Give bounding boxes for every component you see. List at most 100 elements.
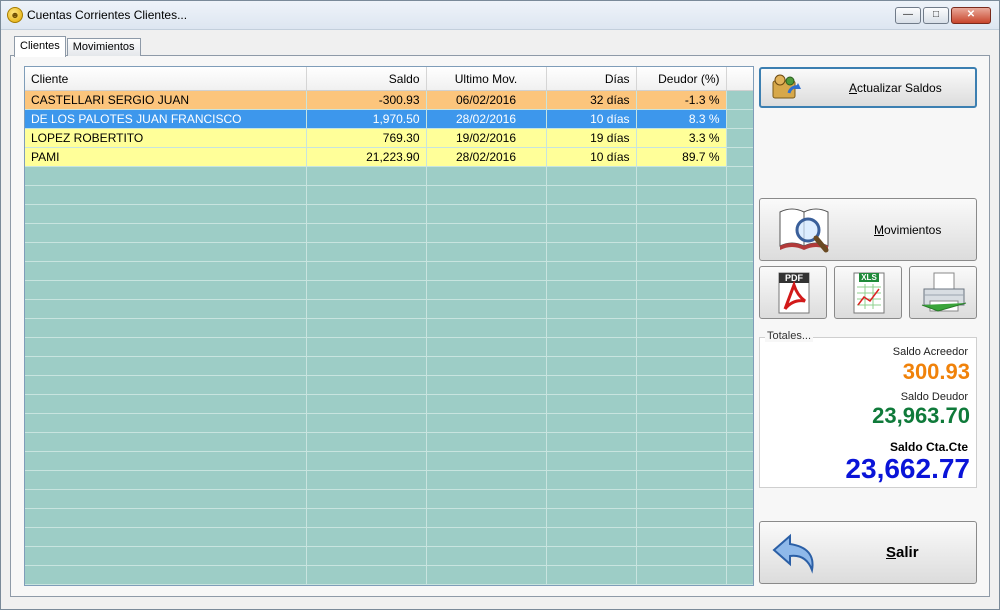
tab-movimientos[interactable]: Movimientos xyxy=(66,38,141,56)
saldo-deudor-label: Saldo Deudor xyxy=(900,391,968,403)
export-pdf-button[interactable]: PDF xyxy=(759,266,827,319)
empty-cell xyxy=(636,185,727,205)
empty-cell xyxy=(546,185,637,205)
empty-cell xyxy=(426,299,547,319)
empty-cell xyxy=(726,565,753,585)
empty-cell xyxy=(546,584,637,585)
empty-cell xyxy=(25,280,307,300)
minimize-icon[interactable]: — xyxy=(895,7,921,24)
empty-row xyxy=(25,356,753,376)
cell-ultimo-mov: 28/02/2016 xyxy=(426,147,547,167)
totals-box: Saldo Acreedor 300.93 Saldo Deudor 23,96… xyxy=(759,337,977,488)
empty-cell xyxy=(306,565,427,585)
empty-cell xyxy=(426,375,547,395)
tab-clientes[interactable]: Clientes xyxy=(14,36,66,57)
maximize-icon[interactable]: □ xyxy=(923,7,949,24)
empty-cell xyxy=(636,451,727,471)
empty-cell xyxy=(546,508,637,528)
empty-cell xyxy=(306,527,427,547)
empty-cell xyxy=(306,451,427,471)
empty-row xyxy=(25,413,753,433)
empty-cell xyxy=(546,394,637,414)
empty-row xyxy=(25,166,753,186)
empty-cell xyxy=(546,242,637,262)
empty-cell xyxy=(25,565,307,585)
print-button[interactable] xyxy=(909,266,977,319)
saldo-deudor-value: 23,963.70 xyxy=(872,403,970,428)
empty-cell xyxy=(25,489,307,509)
empty-cell xyxy=(306,584,427,585)
empty-cell xyxy=(426,356,547,376)
cell-dias: 10 días xyxy=(546,147,637,167)
empty-cell xyxy=(636,565,727,585)
empty-row xyxy=(25,280,753,300)
empty-row xyxy=(25,261,753,281)
close-icon[interactable]: ✕ xyxy=(951,7,991,24)
empty-row xyxy=(25,432,753,452)
cell-saldo: 1,970.50 xyxy=(306,109,427,129)
totals-legend: Totales... xyxy=(765,330,814,342)
empty-cell xyxy=(546,318,637,338)
empty-cell xyxy=(426,546,547,566)
cell-cliente: PAMI xyxy=(25,147,307,167)
cell-filler xyxy=(726,90,753,110)
cell-cliente: LOPEZ ROBERTITO xyxy=(25,128,307,148)
empty-cell xyxy=(546,489,637,509)
update-balances-button[interactable]: Actualizar Saldos xyxy=(759,67,977,108)
empty-cell xyxy=(726,337,753,357)
table-row[interactable]: CASTELLARI SERGIO JUAN -300.93 06/02/201… xyxy=(25,90,753,110)
empty-cell xyxy=(426,261,547,281)
empty-cell xyxy=(726,204,753,224)
exit-button[interactable]: Salir xyxy=(759,521,977,584)
empty-row xyxy=(25,584,753,585)
empty-cell xyxy=(546,413,637,433)
empty-cell xyxy=(306,242,427,262)
cell-ultimo-mov: 06/02/2016 xyxy=(426,90,547,110)
empty-cell xyxy=(25,356,307,376)
empty-cell xyxy=(546,166,637,186)
empty-cell xyxy=(726,546,753,566)
exit-label: Salir xyxy=(886,544,919,561)
export-xls-button[interactable]: XLS xyxy=(834,266,902,319)
empty-row xyxy=(25,546,753,566)
empty-cell xyxy=(726,375,753,395)
column-header-filler xyxy=(726,67,753,91)
empty-cell xyxy=(25,242,307,262)
empty-cell xyxy=(306,489,427,509)
column-header-dias[interactable]: Días xyxy=(546,67,637,91)
empty-row xyxy=(25,394,753,414)
empty-cell xyxy=(636,337,727,357)
empty-cell xyxy=(636,489,727,509)
empty-cell xyxy=(306,375,427,395)
empty-cell xyxy=(636,394,727,414)
table-row-selected[interactable]: DE LOS PALOTES JUAN FRANCISCO 1,970.50 2… xyxy=(25,109,753,129)
empty-row xyxy=(25,337,753,357)
empty-cell xyxy=(726,280,753,300)
column-header-ultimo-mov[interactable]: Ultimo Mov. xyxy=(426,67,547,91)
empty-cell xyxy=(636,470,727,490)
title-bar[interactable]: ☻ Cuentas Corrientes Clientes... — □ ✕ xyxy=(1,1,999,30)
empty-cell xyxy=(546,546,637,566)
cell-deudor: -1.3 % xyxy=(636,90,727,110)
clients-grid[interactable]: Cliente Saldo Ultimo Mov. Días Deudor (%… xyxy=(24,66,754,586)
pdf-badge: PDF xyxy=(785,273,803,283)
empty-cell xyxy=(636,375,727,395)
empty-cell xyxy=(636,280,727,300)
column-header-saldo[interactable]: Saldo xyxy=(306,67,427,91)
empty-cell xyxy=(306,261,427,281)
column-header-deudor[interactable]: Deudor (%) xyxy=(636,67,727,91)
empty-row xyxy=(25,527,753,547)
column-header-cliente[interactable]: Cliente xyxy=(25,67,307,91)
empty-cell xyxy=(546,527,637,547)
table-row[interactable]: PAMI 21,223.90 28/02/2016 10 días 89.7 % xyxy=(25,147,753,167)
empty-cell xyxy=(636,356,727,376)
empty-cell xyxy=(25,394,307,414)
saldo-acreedor-value: 300.93 xyxy=(902,359,970,384)
empty-cell xyxy=(25,337,307,357)
table-row[interactable]: LOPEZ ROBERTITO 769.30 19/02/2016 19 día… xyxy=(25,128,753,148)
smiley-icon[interactable]: ☻ xyxy=(7,7,23,23)
empty-cell xyxy=(25,508,307,528)
users-refresh-icon xyxy=(772,74,801,99)
empty-cell xyxy=(636,261,727,281)
movimientos-button[interactable]: Movimientos xyxy=(759,198,977,261)
